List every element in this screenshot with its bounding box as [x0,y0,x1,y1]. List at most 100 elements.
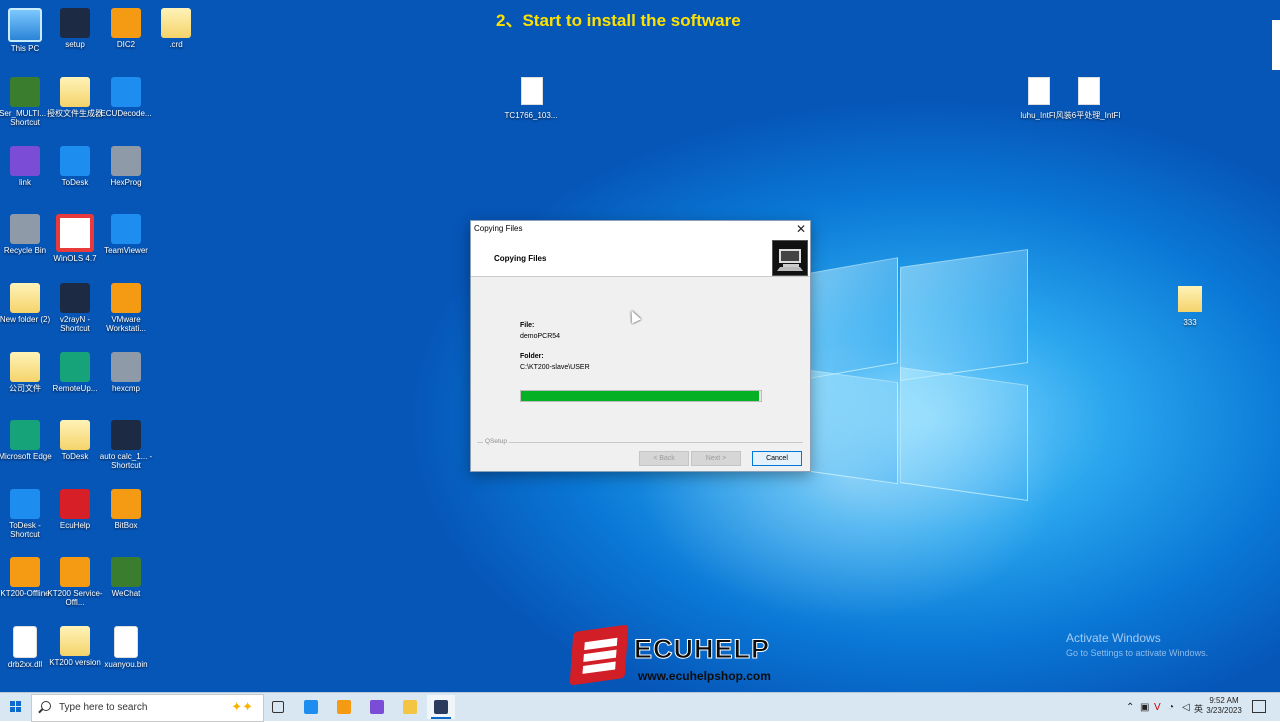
desktop-icon-label: VMware Workstati... [106,315,146,333]
file-icon[interactable] [1028,77,1050,105]
desktop-icon-label: WinOLS 4.7 [53,254,97,263]
installer-computer-icon [772,240,808,276]
folder-icon [60,626,90,656]
desktop-icon-label: TeamViewer [104,246,148,255]
edge-icon [10,420,40,450]
wallpaper-logo-pane [900,367,1028,501]
desktop-icon[interactable]: .crd [146,8,206,49]
file-explorer-icon[interactable] [396,695,424,719]
folder-icon [60,420,90,450]
taskbar-link-app-icon[interactable] [363,695,391,719]
folder-value: C:\KT200-slave\USER [520,364,590,371]
close-icon[interactable]: ✕ [796,222,806,236]
windows-logo-icon [10,701,21,712]
desktop-icon[interactable]: auto calc_1... - Shortcut [96,420,156,470]
footer-separator [477,442,803,443]
brand-name: ECUHELP [633,634,771,665]
recycle-bin-icon [10,214,40,244]
desktop-icon-label: auto calc_1... - Shortcut [99,452,153,470]
start-button[interactable] [0,693,30,721]
wechat-icon [111,557,141,587]
desktop-icon[interactable]: WeChat [96,557,156,598]
todesk-icon [10,489,40,519]
tray-v2ray-icon[interactable]: V [1154,702,1161,713]
tray-app-icon[interactable]: ▣ [1140,702,1149,713]
hexprog-icon [111,146,141,176]
setup-icon [60,8,90,38]
dialog-header: Copying Files [471,238,810,277]
desktop-icon-label: 333 [1183,318,1197,327]
folder-icon [60,77,90,107]
footer-brand-label: QSetup [483,438,510,445]
brand-url: www.ecuhelpshop.com [638,669,771,683]
taskbar: Type here to search ✦✦ ⌃ ▣ V ◔ ◁ 英 9:52 … [0,692,1280,722]
dialog-titlebar[interactable]: Copying Files ✕ [471,221,810,238]
remote-icon [60,352,90,382]
wallpaper-logo-pane [810,257,898,379]
desktop-icon-label: HexProg [110,178,142,187]
taskbar-todesk-icon[interactable] [297,695,325,719]
volume-icon[interactable]: ◁ [1182,702,1190,713]
network-icon[interactable]: ◔ [1168,702,1174,713]
wallpaper-logo-pane [810,369,898,485]
progress-fill [521,391,759,401]
engine-icon [111,8,141,38]
folder-icon [10,352,40,382]
file-icon[interactable] [521,77,543,105]
desktop-icon-label: .crd [169,40,183,49]
board-icon [10,77,40,107]
v2rayn-icon [60,283,90,313]
back-button[interactable]: < Back [639,451,689,466]
desktop-icon-label: TC1766_103... [504,111,558,120]
desktop-icon[interactable]: xuanyou.bin [96,626,156,669]
desktop-icon-label: BitBox [114,521,138,530]
taskbar-diag-app-icon[interactable] [330,695,358,719]
desktop-icon[interactable]: VMware Workstati... [96,283,156,333]
dll-icon [13,626,37,658]
ecuhelp-mark-icon [569,624,629,686]
clock-time: 9:52 AM [1209,696,1239,705]
taskbar-search-box[interactable]: Type here to search ✦✦ [31,694,264,722]
file-icon[interactable] [1078,77,1100,105]
desktop-icon[interactable]: BitBox [96,489,156,530]
clock-date: 3/23/2023 [1206,706,1242,715]
dialog-title: Copying Files [474,224,523,233]
file-label: File: [520,322,535,329]
search-placeholder: Type here to search [59,702,148,713]
ecuhelp-icon [60,489,90,519]
folder-icon [10,283,40,313]
folder-icon [161,8,191,38]
activation-watermark-subtitle: Go to Settings to activate Windows. [1066,648,1209,658]
activation-watermark-title: Activate Windows [1066,631,1161,645]
wallpaper-logo-pane [900,249,1028,381]
ime-icon[interactable]: 英 [1194,702,1203,715]
bitbox-icon [111,489,141,519]
kt200-icon [10,557,40,587]
file-icon [114,626,138,658]
taskbar-clock[interactable]: 9:52 AM 3/23/2023 [1204,696,1244,716]
taskbar-setup-icon[interactable] [427,695,455,719]
desktop-icon[interactable]: hexcmp [96,352,156,393]
desktop-icon[interactable]: HexProg [96,146,156,187]
winols-icon [56,214,94,252]
dialog-header-title: Copying Files [494,254,547,263]
task-view-icon[interactable] [264,695,292,719]
notification-icon[interactable] [1252,700,1266,713]
desktop-icon[interactable]: TeamViewer [96,214,156,255]
pc-icon [8,8,42,42]
desktop-icon-label: xuanyou.bin [104,660,148,669]
desktop-icon-label: ECUDecode... [100,109,152,118]
file-value: demoPCR54 [520,333,561,340]
hexcmp-icon [111,352,141,382]
desktop-icon-label: hexcmp [111,384,140,393]
folder-label: Folder: [520,353,544,360]
cancel-button[interactable]: Cancel [752,451,802,466]
folder-icon[interactable] [1178,286,1202,312]
desktop-icon-label: 风装6平处理_IntFl [1055,111,1121,120]
ecuhelp-logo: ECUHELP www.ecuhelpshop.com [569,622,802,687]
next-button[interactable]: Next > [691,451,741,466]
tray-chevron-icon[interactable]: ⌃ [1126,702,1134,713]
desktop-icon[interactable]: ECUDecode... [96,77,156,118]
globe-icon [111,77,141,107]
kt200-icon [60,557,90,587]
